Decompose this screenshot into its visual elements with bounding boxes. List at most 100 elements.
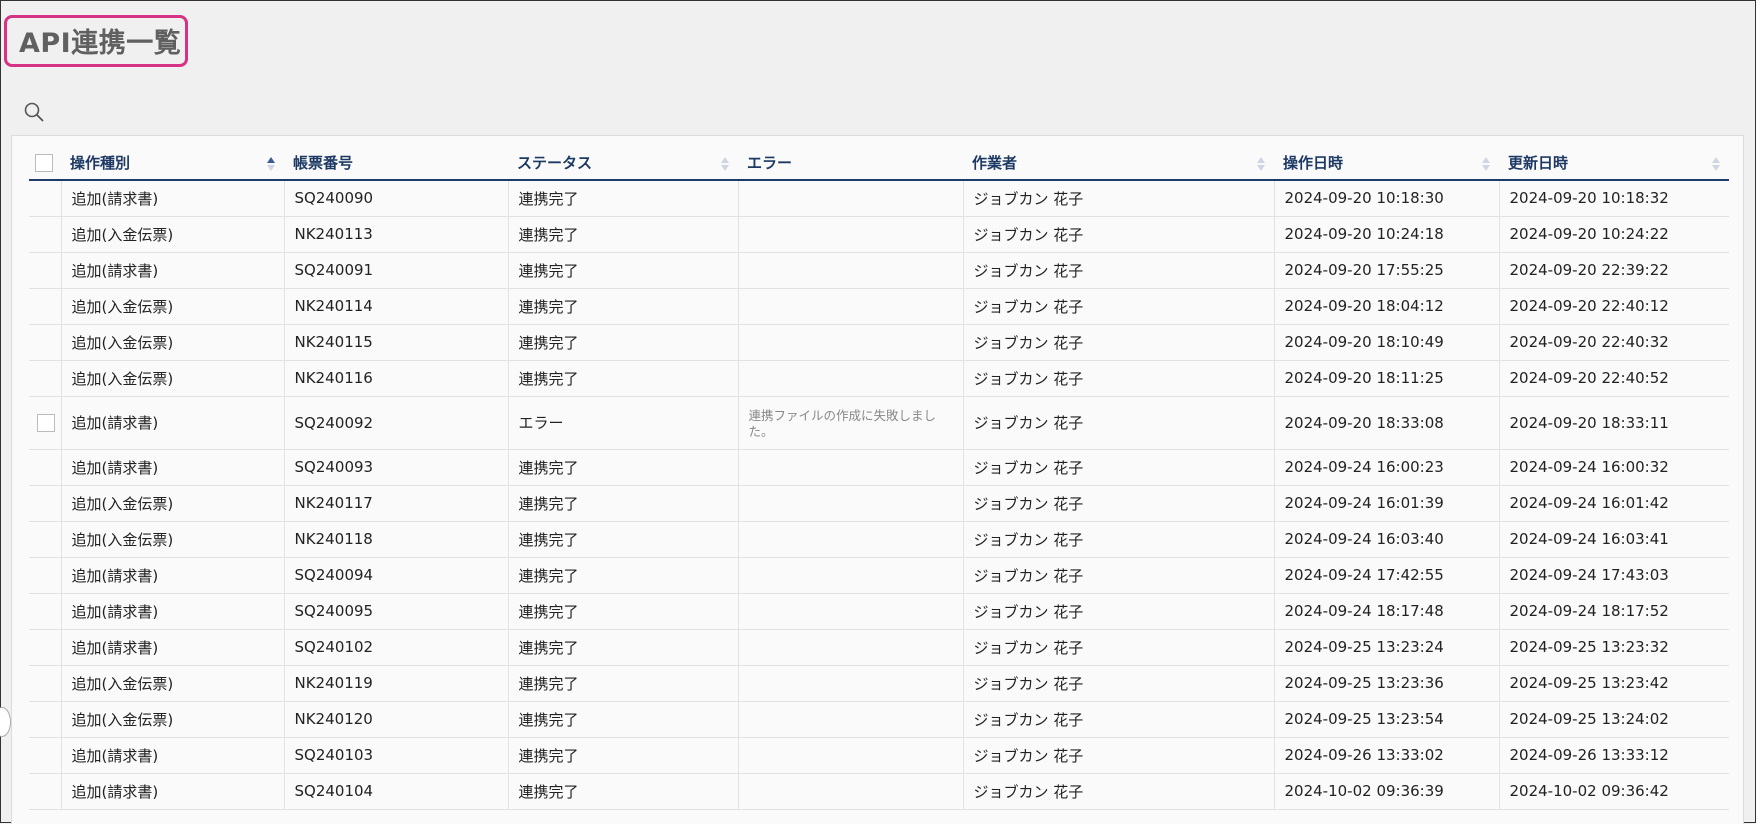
- table-row[interactable]: 追加(請求書) SQ240090 連携完了 ジョブカン 花子 2024-09-20 10…: [29, 180, 1729, 217]
- operation-datetime-cell: 2024-09-24 16:01:39: [1274, 485, 1500, 522]
- search-icon[interactable]: [23, 101, 45, 123]
- column-header[interactable]: 操作日時: [1274, 146, 1499, 181]
- op-type-cell: 追加(請求書): [61, 396, 285, 450]
- sort-icon[interactable]: [1256, 156, 1266, 172]
- table-row[interactable]: 追加(請求書) SQ240092 エラー 連携ファイルの作成に失敗しました。 ジョブカン…: [29, 396, 1729, 450]
- row-select-cell: [29, 773, 62, 810]
- updated-datetime-cell: 2024-09-24 16:03:41: [1499, 521, 1729, 558]
- updated-datetime-cell: 2024-09-25 13:23:32: [1499, 629, 1729, 666]
- error-cell: [738, 593, 964, 630]
- doc-number-cell: NK240113: [284, 216, 509, 253]
- table-row[interactable]: 追加(入金伝票) NK240118 連携完了 ジョブカン 花子 2024-09-24 1…: [29, 521, 1729, 558]
- doc-number-cell: NK240117: [284, 485, 509, 522]
- updated-datetime-cell: 2024-09-25 13:23:42: [1499, 665, 1729, 702]
- operation-datetime-cell: 2024-09-25 13:23:36: [1274, 665, 1500, 702]
- op-type-cell: 追加(入金伝票): [61, 360, 285, 397]
- updated-datetime-cell: 2024-09-25 13:24:02: [1499, 701, 1729, 738]
- operation-datetime-cell: 2024-09-24 18:17:48: [1274, 593, 1500, 630]
- operation-datetime-cell: 2024-09-20 18:10:49: [1274, 324, 1500, 361]
- error-cell: 連携ファイルの作成に失敗しました。: [738, 396, 964, 450]
- doc-number-cell: SQ240094: [284, 557, 509, 594]
- row-select-cell: [29, 665, 62, 702]
- column-header[interactable]: 作業者: [963, 146, 1274, 181]
- status-cell: 連携完了: [508, 521, 739, 558]
- operator-cell: ジョブカン 花子: [963, 593, 1275, 630]
- doc-number-cell: NK240116: [284, 360, 509, 397]
- column-header[interactable]: 帳票番号: [284, 146, 508, 181]
- op-type-cell: 追加(入金伝票): [61, 216, 285, 253]
- op-type-cell: 追加(請求書): [61, 180, 285, 217]
- operator-cell: ジョブカン 花子: [963, 288, 1275, 325]
- sort-ascending-icon[interactable]: [266, 156, 276, 172]
- column-header[interactable]: 操作種別: [61, 146, 284, 181]
- doc-number-cell: SQ240104: [284, 773, 509, 810]
- status-cell: 連携完了: [508, 180, 739, 217]
- operation-datetime-cell: 2024-09-25 13:23:24: [1274, 629, 1500, 666]
- row-select-cell: [29, 629, 62, 666]
- doc-number-cell: SQ240102: [284, 629, 509, 666]
- operation-datetime-cell: 2024-09-25 13:23:54: [1274, 701, 1500, 738]
- column-header[interactable]: ステータス: [508, 146, 738, 181]
- row-select-cell: [29, 396, 62, 450]
- row-checkbox[interactable]: [37, 413, 55, 432]
- op-type-cell: 追加(入金伝票): [61, 485, 285, 522]
- table-row[interactable]: 追加(請求書) SQ240093 連携完了 ジョブカン 花子 2024-09-24 16…: [29, 449, 1729, 486]
- error-cell: [738, 773, 964, 810]
- table-row[interactable]: 追加(請求書) SQ240103 連携完了 ジョブカン 花子 2024-09-26 13…: [29, 737, 1729, 774]
- updated-datetime-cell: 2024-09-24 17:43:03: [1499, 557, 1729, 594]
- updated-datetime-cell: 2024-09-20 18:33:11: [1499, 396, 1729, 450]
- page-title: API連携一覧: [19, 28, 182, 59]
- select-all-checkbox[interactable]: [35, 153, 53, 172]
- table-row[interactable]: 追加(入金伝票) NK240120 連携完了 ジョブカン 花子 2024-09-25 1…: [29, 701, 1729, 738]
- table-row[interactable]: 追加(入金伝票) NK240119 連携完了 ジョブカン 花子 2024-09-25 1…: [29, 665, 1729, 702]
- updated-datetime-cell: 2024-09-24 16:00:32: [1499, 449, 1729, 486]
- operation-datetime-cell: 2024-09-24 17:42:55: [1274, 557, 1500, 594]
- column-header-label: エラー: [747, 154, 793, 172]
- table-row[interactable]: 追加(入金伝票) NK240117 連携完了 ジョブカン 花子 2024-09-24 1…: [29, 485, 1729, 522]
- table-row[interactable]: 追加(入金伝票) NK240116 連携完了 ジョブカン 花子 2024-09-20 1…: [29, 360, 1729, 397]
- op-type-cell: 追加(入金伝票): [61, 324, 285, 361]
- doc-number-cell: NK240119: [284, 665, 509, 702]
- updated-datetime-cell: 2024-09-20 22:40:32: [1499, 324, 1729, 361]
- column-header-label: 操作種別: [70, 154, 131, 172]
- error-cell: [738, 360, 964, 397]
- error-cell: [738, 629, 964, 666]
- error-cell: [738, 521, 964, 558]
- table-row[interactable]: 追加(入金伝票) NK240114 連携完了 ジョブカン 花子 2024-09-20 1…: [29, 288, 1729, 325]
- operation-datetime-cell: 2024-09-20 10:18:30: [1274, 180, 1500, 217]
- operator-cell: ジョブカン 花子: [963, 449, 1275, 486]
- doc-number-cell: NK240118: [284, 521, 509, 558]
- error-cell: [738, 485, 964, 522]
- table-header-row: 操作種別 帳票番号 ステータス エラー 作業者 操作日時 更新日時: [29, 146, 1729, 181]
- operator-cell: ジョブカン 花子: [963, 396, 1275, 450]
- table-row[interactable]: 追加(請求書) SQ240102 連携完了 ジョブカン 花子 2024-09-25 13…: [29, 629, 1729, 666]
- operation-datetime-cell: 2024-09-20 18:33:08: [1274, 396, 1500, 450]
- column-header[interactable]: エラー: [738, 146, 963, 181]
- operator-cell: ジョブカン 花子: [963, 521, 1275, 558]
- doc-number-cell: SQ240092: [284, 396, 509, 450]
- table-row[interactable]: 追加(入金伝票) NK240113 連携完了 ジョブカン 花子 2024-09-20 1…: [29, 216, 1729, 253]
- sort-icon[interactable]: [720, 156, 730, 172]
- table-row[interactable]: 追加(請求書) SQ240104 連携完了 ジョブカン 花子 2024-10-02 09…: [29, 773, 1729, 810]
- column-header[interactable]: 更新日時: [1499, 146, 1729, 181]
- table-row[interactable]: 追加(請求書) SQ240091 連携完了 ジョブカン 花子 2024-09-20 17…: [29, 252, 1729, 289]
- table-row[interactable]: 追加(請求書) SQ240094 連携完了 ジョブカン 花子 2024-09-24 17…: [29, 557, 1729, 594]
- operator-cell: ジョブカン 花子: [963, 324, 1275, 361]
- doc-number-cell: SQ240093: [284, 449, 509, 486]
- operation-datetime-cell: 2024-10-02 09:36:39: [1274, 773, 1500, 810]
- table-row[interactable]: 追加(入金伝票) NK240115 連携完了 ジョブカン 花子 2024-09-20 1…: [29, 324, 1729, 361]
- operation-datetime-cell: 2024-09-20 17:55:25: [1274, 252, 1500, 289]
- updated-datetime-cell: 2024-09-24 18:17:52: [1499, 593, 1729, 630]
- updated-datetime-cell: 2024-09-20 22:40:12: [1499, 288, 1729, 325]
- doc-number-cell: SQ240091: [284, 252, 509, 289]
- sort-icon[interactable]: [1711, 156, 1721, 172]
- table-row[interactable]: 追加(請求書) SQ240095 連携完了 ジョブカン 花子 2024-09-24 18…: [29, 593, 1729, 630]
- side-panel-toggle[interactable]: [0, 707, 11, 737]
- doc-number-cell: SQ240095: [284, 593, 509, 630]
- status-cell: 連携完了: [508, 773, 739, 810]
- status-cell: 連携完了: [508, 593, 739, 630]
- updated-datetime-cell: 2024-09-26 13:33:12: [1499, 737, 1729, 774]
- operator-cell: ジョブカン 花子: [963, 216, 1275, 253]
- column-header-label: 操作日時: [1283, 154, 1344, 172]
- sort-icon[interactable]: [1481, 156, 1491, 172]
